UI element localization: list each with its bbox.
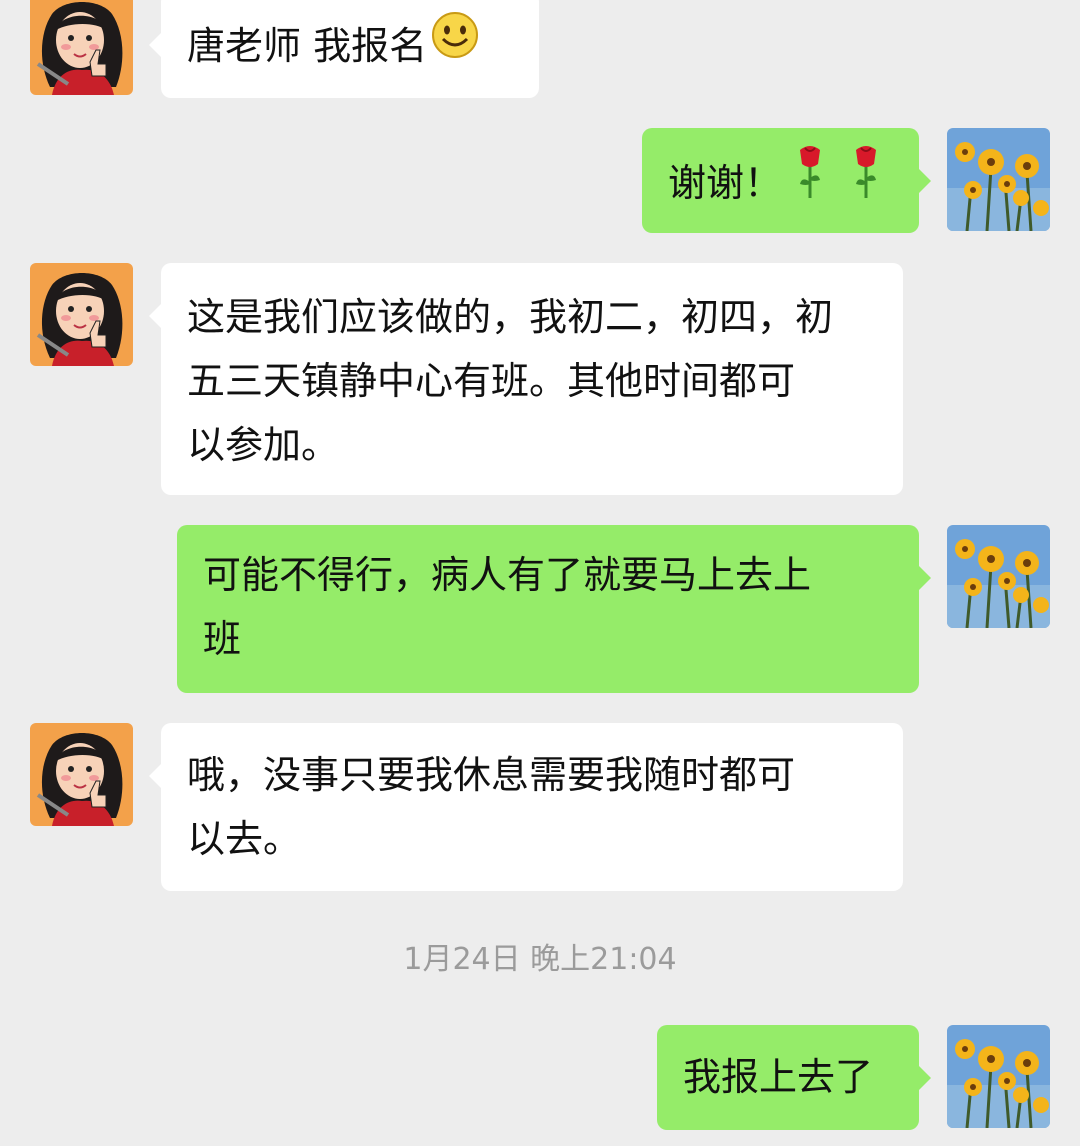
message-text-line: 这是我们应该做的，我初二，初四，初 <box>187 295 834 339</box>
self-avatar[interactable] <box>947 1025 1050 1128</box>
yellow-flowers-avatar-icon <box>947 128 1050 231</box>
cartoon-woman-avatar-icon <box>30 263 133 366</box>
cartoon-woman-avatar-icon <box>30 723 133 826</box>
message-bubble-incoming[interactable]: 唐老师 我报名 <box>149 0 539 98</box>
message-text-line: 班 <box>203 617 242 661</box>
message-bubble-outgoing[interactable]: 我报上去了 <box>657 1025 931 1130</box>
yellow-flowers-avatar-icon <box>947 525 1050 628</box>
message-timestamp: 1月24日 晚上21:04 <box>403 942 677 977</box>
message-text-line: 可能不得行，病人有了就要马上去上 <box>203 553 812 597</box>
contact-avatar[interactable] <box>30 0 133 95</box>
chat-area[interactable]: 唐老师 我报名 谢谢！ 这是我们应该做的，我初二，初四，初 五三天镇静中心有班。… <box>0 0 1080 1146</box>
smile-emoji <box>431 11 479 78</box>
message-text-line: 以去。 <box>187 817 302 861</box>
message-bubble-outgoing[interactable]: 谢谢！ <box>642 128 931 233</box>
message-text: 谢谢！ <box>668 161 783 205</box>
message-text-line: 哦，没事只要我休息需要我随时都可 <box>187 753 796 797</box>
yellow-flowers-avatar-icon <box>947 1025 1050 1128</box>
rose-emoji <box>794 144 902 219</box>
message-text: 我报上去了 <box>683 1055 874 1099</box>
message-text: 唐老师 我报名 <box>187 24 428 68</box>
contact-avatar[interactable] <box>30 723 133 826</box>
message-bubble-incoming[interactable]: 这是我们应该做的，我初二，初四，初 五三天镇静中心有班。其他时间都可 以参加。 <box>149 263 903 495</box>
self-avatar[interactable] <box>947 525 1050 628</box>
message-text-line: 以参加。 <box>187 423 340 467</box>
cartoon-woman-avatar-icon <box>30 0 133 95</box>
message-bubble-incoming[interactable]: 哦，没事只要我休息需要我随时都可 以去。 <box>149 723 903 891</box>
self-avatar[interactable] <box>947 128 1050 231</box>
contact-avatar[interactable] <box>30 263 133 366</box>
message-bubble-outgoing[interactable]: 可能不得行，病人有了就要马上去上 班 <box>177 525 931 693</box>
message-text-line: 五三天镇静中心有班。其他时间都可 <box>187 359 796 403</box>
